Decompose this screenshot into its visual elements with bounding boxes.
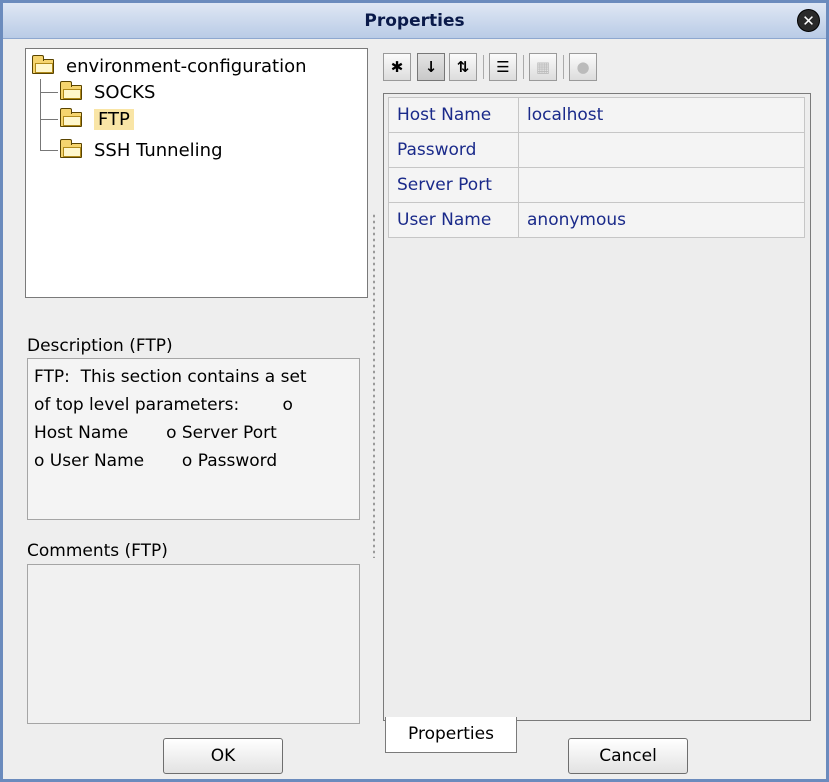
- description-text: FTP: This section contains a set of top …: [27, 358, 360, 520]
- table-row[interactable]: Server Port: [388, 167, 805, 203]
- toolbar-separator: [523, 55, 524, 79]
- property-value[interactable]: localhost: [518, 97, 805, 133]
- title-bar[interactable]: Properties ✕: [3, 3, 826, 39]
- folder-icon: [60, 138, 82, 158]
- split-pane-divider[interactable]: [372, 213, 376, 558]
- comments-textarea[interactable]: [27, 564, 360, 724]
- close-icon[interactable]: ✕: [797, 9, 820, 32]
- cancel-button[interactable]: Cancel: [568, 738, 688, 774]
- tree-node-label: FTP: [94, 108, 134, 130]
- sort-alpha-icon[interactable]: ↓: [417, 53, 445, 81]
- table-row[interactable]: Password: [388, 132, 805, 168]
- tree-connector: [40, 150, 58, 151]
- help-icon[interactable]: ●: [569, 53, 597, 81]
- dialog-title: Properties: [364, 11, 465, 31]
- tree-connector: [40, 79, 60, 151]
- tree-node-ftp[interactable]: FTP: [60, 107, 134, 131]
- property-name: Password: [388, 132, 519, 168]
- toolbar-separator: [483, 55, 484, 79]
- tree-node-ssh-tunneling[interactable]: SSH Tunneling: [60, 138, 223, 162]
- tree-connector: [40, 92, 58, 93]
- property-value[interactable]: anonymous: [518, 202, 805, 238]
- tree-node-socks[interactable]: SOCKS: [60, 80, 155, 104]
- sort-category-icon[interactable]: ⇅: [449, 53, 477, 81]
- tree-node-label: environment-configuration: [66, 55, 307, 77]
- table-row[interactable]: Host Name localhost: [388, 97, 805, 133]
- table-row[interactable]: User Name anonymous: [388, 202, 805, 238]
- description-label: Description (FTP): [27, 336, 173, 356]
- property-name: Host Name: [388, 97, 519, 133]
- properties-dialog: Properties ✕ environment-configuration S…: [0, 0, 829, 782]
- comments-label: Comments (FTP): [27, 541, 168, 561]
- ok-button[interactable]: OK: [163, 738, 283, 774]
- property-table: Host Name localhost Password Server Port…: [388, 97, 805, 238]
- property-value[interactable]: [518, 132, 805, 168]
- tree-connector: [40, 119, 58, 120]
- tree-node-label: SOCKS: [94, 81, 156, 103]
- categorized-icon[interactable]: ✱: [383, 53, 411, 81]
- config-tree[interactable]: environment-configuration SOCKS FTP SSH …: [25, 48, 368, 298]
- show-expert-icon[interactable]: ☰: [489, 53, 517, 81]
- property-name: User Name: [388, 202, 519, 238]
- folder-open-icon: [32, 54, 54, 74]
- tree-node-root[interactable]: environment-configuration: [32, 54, 307, 78]
- toolbar-separator: [563, 55, 564, 79]
- property-name: Server Port: [388, 167, 519, 203]
- grid-icon[interactable]: ▦: [529, 53, 557, 81]
- folder-icon: [60, 80, 82, 100]
- property-value[interactable]: [518, 167, 805, 203]
- tree-node-label: SSH Tunneling: [94, 139, 223, 161]
- tab-properties[interactable]: Properties: [385, 717, 517, 753]
- property-sheet: Host Name localhost Password Server Port…: [383, 93, 811, 721]
- folder-icon: [60, 107, 82, 127]
